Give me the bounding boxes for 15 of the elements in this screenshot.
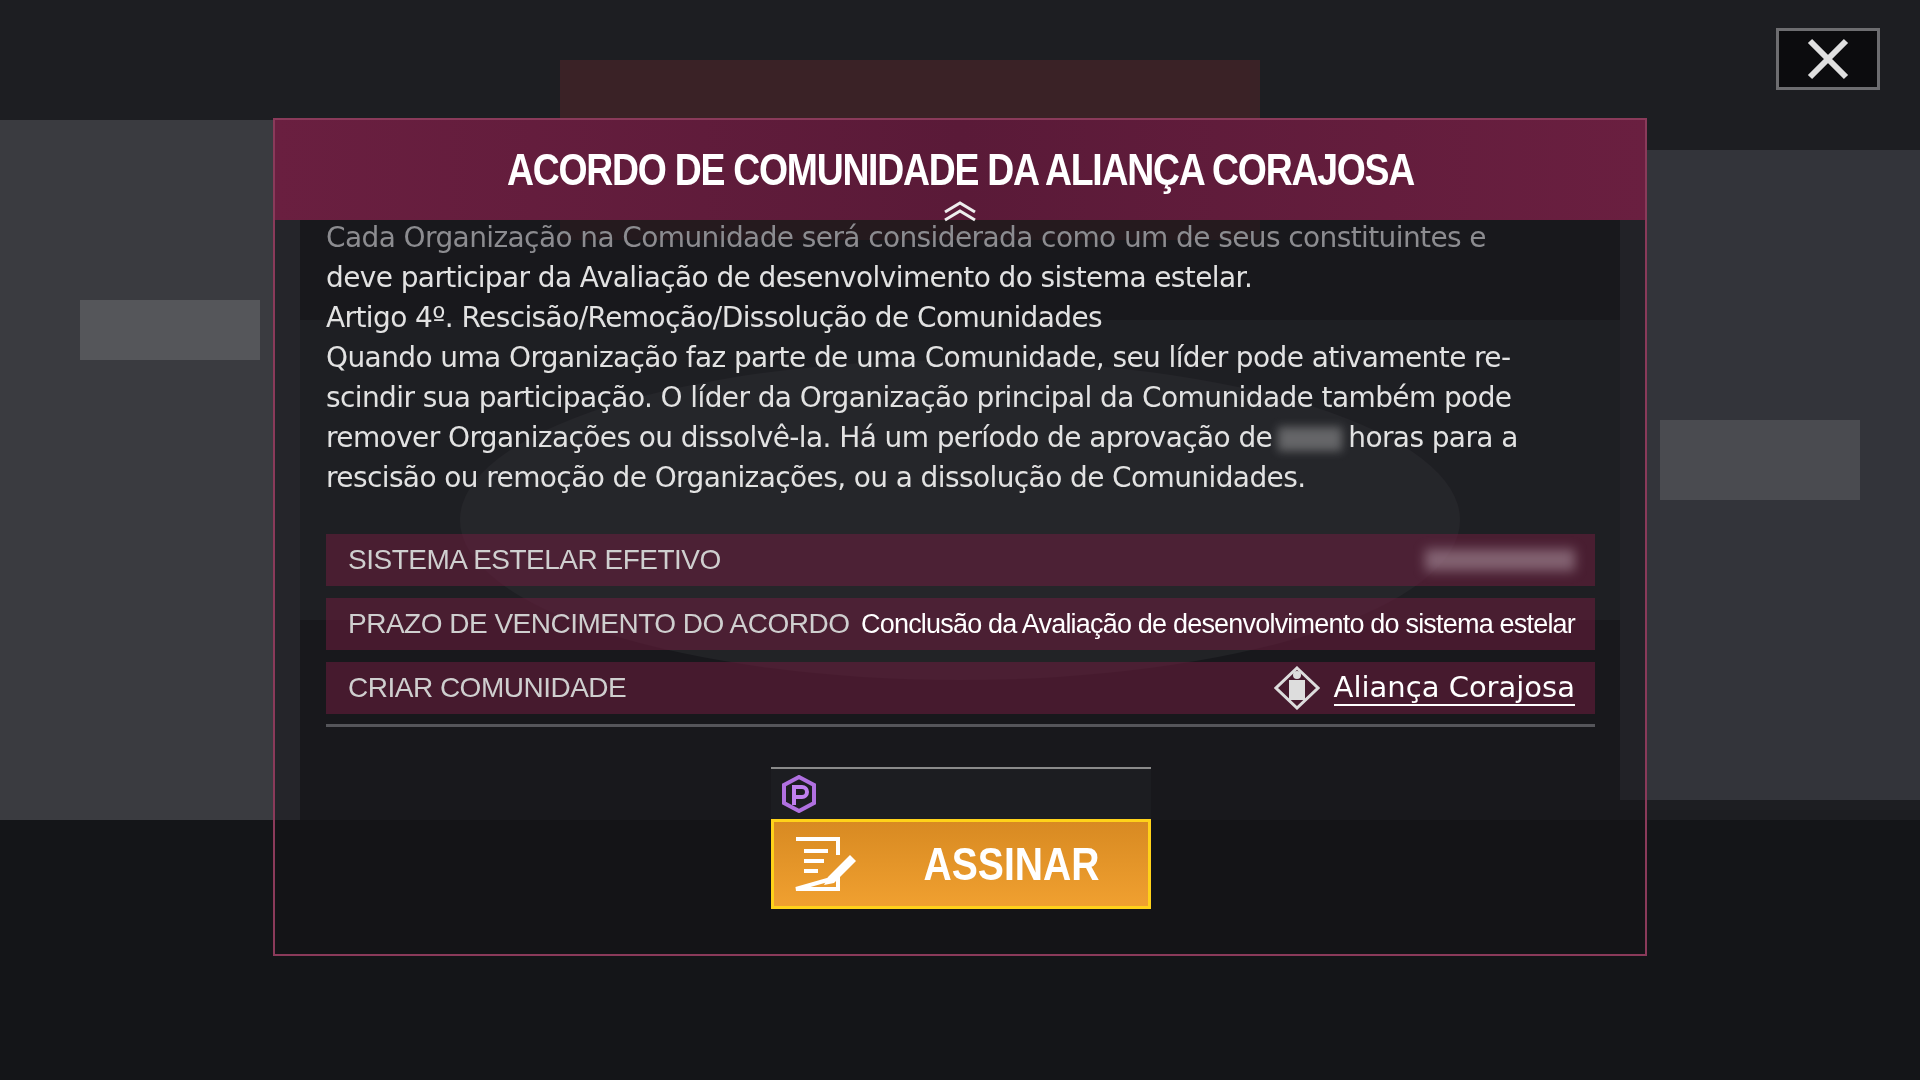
detail-value: Conclusão da Avaliação de desenvolvimento do sistema estelar: [861, 608, 1575, 640]
dialog-title: ACORDO DE COMUNIDADE DA ALIANÇA CORAJOSA: [506, 145, 1414, 195]
close-button[interactable]: [1776, 28, 1880, 90]
community-link[interactable]: Aliança Corajosa: [1333, 670, 1575, 706]
detail-label: PRAZO DE VENCIMENTO DO ACORDO: [348, 608, 850, 640]
paragraph: Artigo 4º. Rescisão/Remoção/Dissolução de Comunidades: [326, 300, 1104, 336]
paragraph: Cada Organização na Comunidade será considerada como um de seus constituintes e: [326, 220, 1487, 256]
close-icon: [1806, 37, 1850, 81]
hexagon-p-icon: [780, 775, 817, 813]
paragraph: deve participar da Avaliação de desenvolvimento do sistema estelar.: [326, 260, 1254, 296]
detail-label: SISTEMA ESTELAR EFETIVO: [348, 544, 721, 576]
shield-emblem-icon: [1273, 666, 1320, 710]
detail-label: CRIAR COMUNIDADE: [348, 672, 627, 704]
paragraph: Quando uma Organização faz parte de uma Comunidade, seu líder pode ativamente re-scindir sua participação. O líder da Organização principal da Comunidade também pode remover Organizações ou dissolvê-la. Há um período de aprovação de horas para a rescisão ou remoção de Organizações, ou a dissolução de Comunidades.: [326, 340, 1519, 496]
document-pen-icon: [793, 837, 858, 891]
